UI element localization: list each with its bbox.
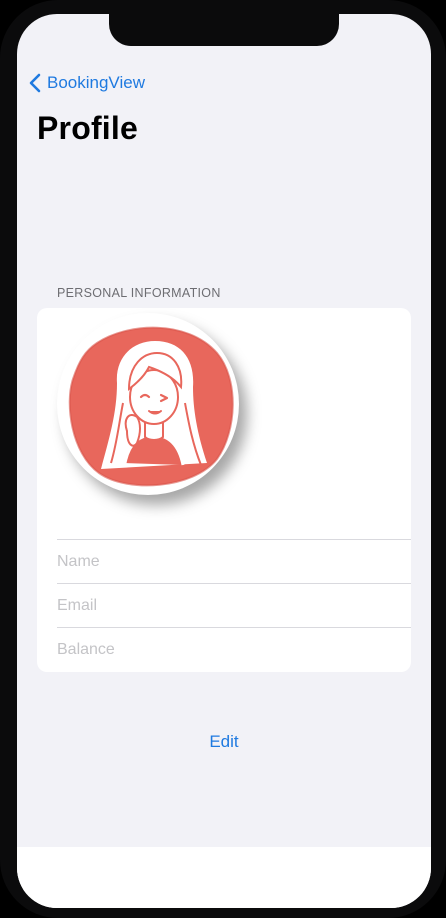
email-field[interactable] <box>57 584 411 627</box>
section-header-personal-information: PERSONAL INFORMATION <box>57 286 221 300</box>
avatar-illustration-icon <box>68 326 234 487</box>
edit-button[interactable]: Edit <box>17 732 431 752</box>
back-button[interactable]: BookingView <box>29 72 145 94</box>
bottom-bar <box>17 847 431 908</box>
notch <box>109 14 339 46</box>
back-button-label: BookingView <box>47 73 145 92</box>
personal-information-card <box>37 308 411 672</box>
screen: BookingView Profile PERSONAL INFORMATION <box>17 14 431 908</box>
page-title: Profile <box>37 110 138 146</box>
avatar[interactable] <box>57 313 239 495</box>
balance-field[interactable] <box>57 628 411 671</box>
name-field[interactable] <box>57 540 411 583</box>
device-frame: BookingView Profile PERSONAL INFORMATION <box>0 0 446 918</box>
chevron-left-icon <box>29 73 41 93</box>
